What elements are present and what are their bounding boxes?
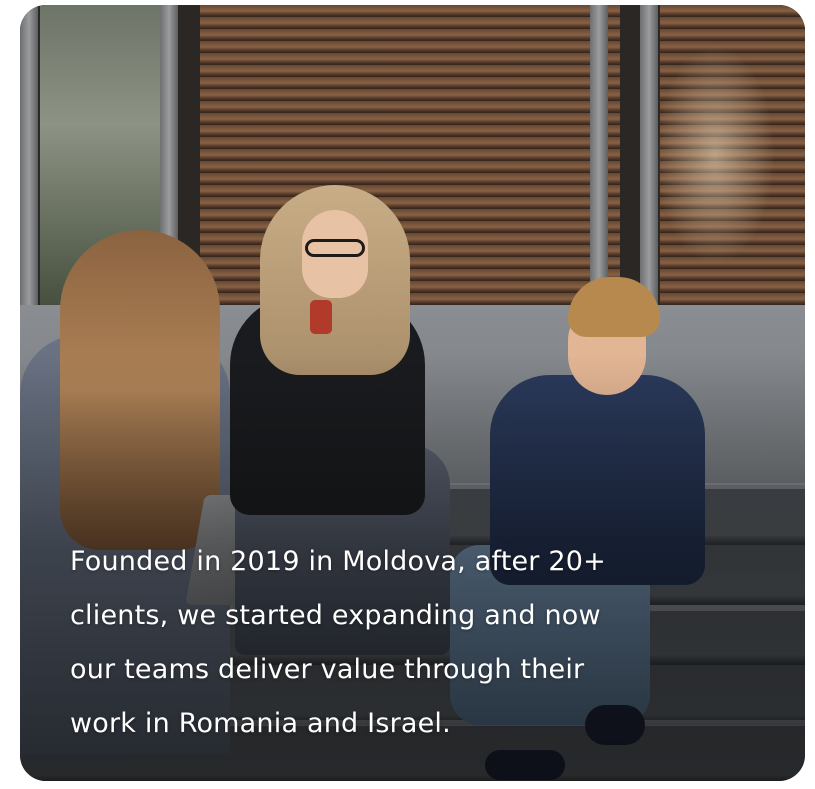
caption-line: work in Romania and Israel. <box>70 708 451 739</box>
about-card: Founded in 2019 in Moldova, after 20+ cl… <box>20 5 805 781</box>
page: Founded in 2019 in Moldova, after 20+ cl… <box>0 0 815 789</box>
caption-line: our teams deliver value through their <box>70 654 585 685</box>
about-caption: Founded in 2019 in Moldova, after 20+ cl… <box>70 535 770 751</box>
caption-line: clients, we started expanding and now <box>70 600 601 631</box>
caption-line: Founded in 2019 in Moldova, after 20+ <box>70 546 606 577</box>
